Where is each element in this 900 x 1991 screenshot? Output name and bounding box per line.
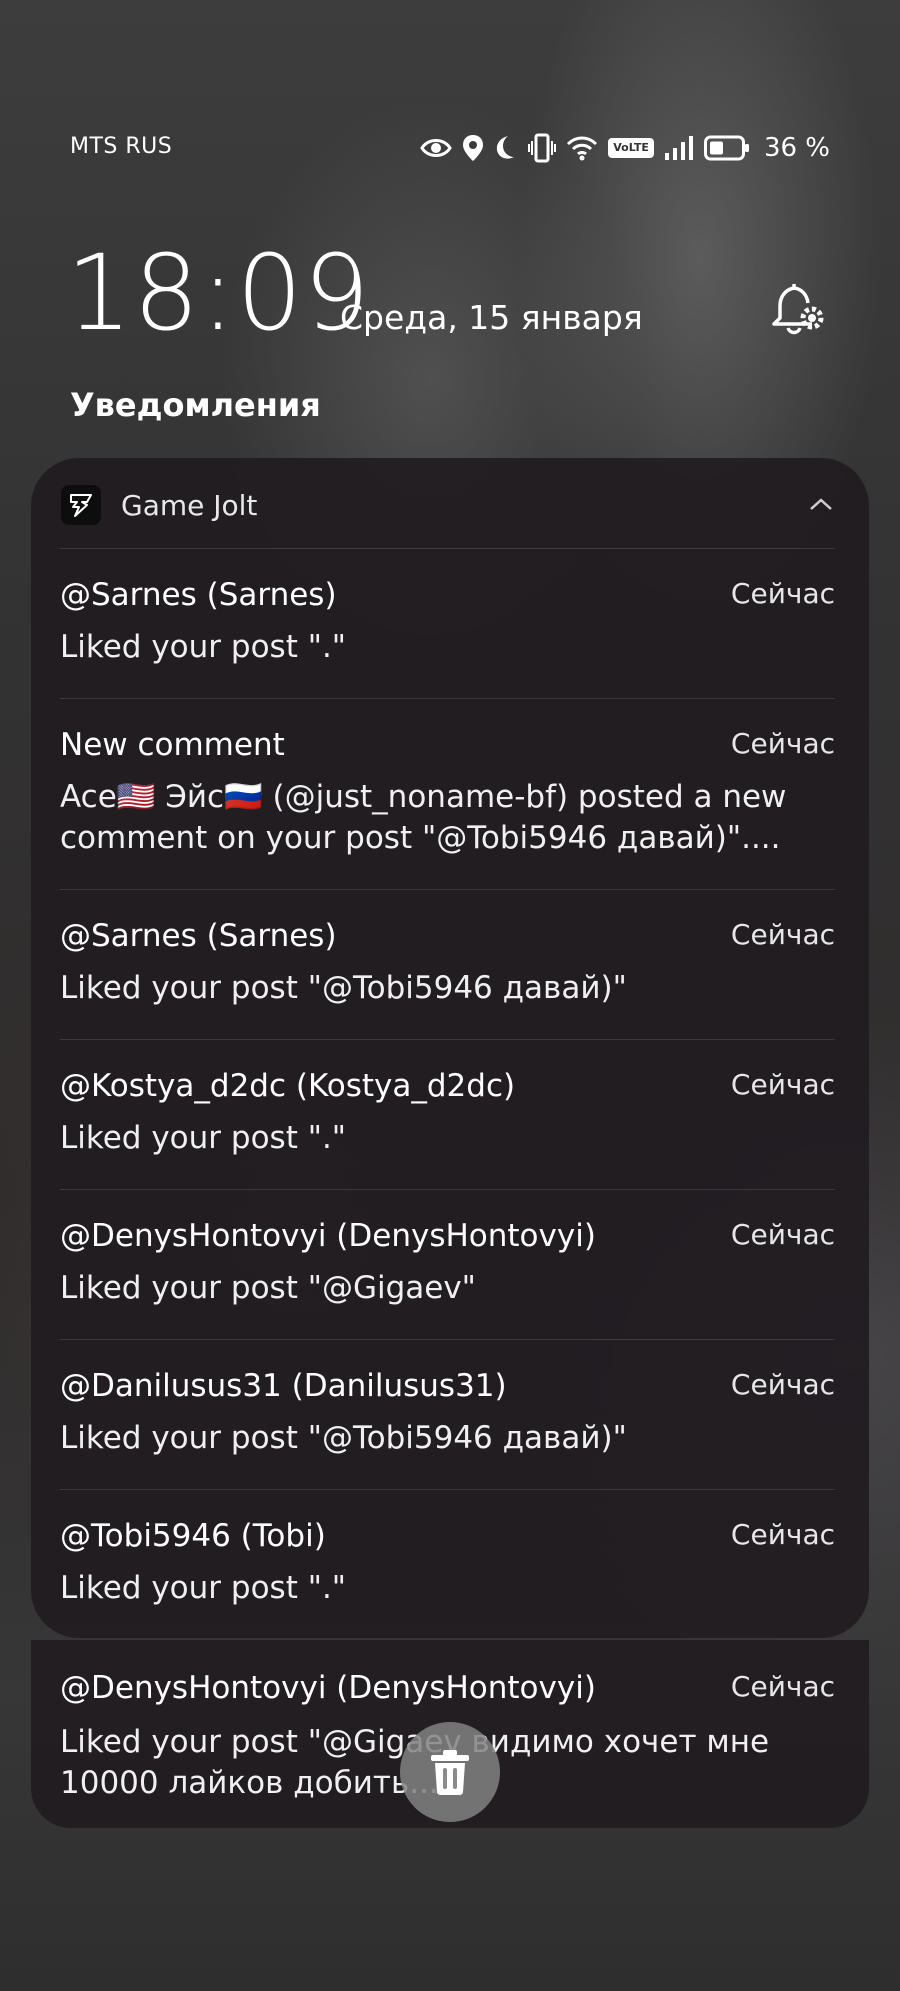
notification-body: Liked your post "." bbox=[60, 1120, 347, 1156]
notification-title: @Sarnes (Sarnes) bbox=[60, 577, 337, 613]
notification-time: Сейчас bbox=[730, 1670, 835, 1703]
notification-list: @Sarnes (Sarnes) Сейчас Liked your post … bbox=[60, 548, 835, 1629]
app-name: Game Jolt bbox=[121, 489, 258, 522]
battery-icon bbox=[703, 135, 749, 161]
notification-title: @DenysHontovyi (DenysHontovyi) bbox=[60, 1670, 596, 1706]
notification-item[interactable]: New comment Сейчас Ace🇺🇸 Эйс🇷🇺 (@just_no… bbox=[60, 698, 835, 889]
status-icons: VoLTE 36 % bbox=[420, 130, 830, 166]
location-icon bbox=[463, 135, 484, 161]
volte-icon: VoLTE bbox=[608, 138, 654, 158]
notification-time: Сейчас bbox=[730, 1068, 835, 1101]
battery-percent: 36 % bbox=[763, 133, 830, 163]
notification-item[interactable]: @Sarnes (Sarnes) Сейчас Liked your post … bbox=[60, 548, 835, 698]
carrier-label: MTS RUS bbox=[70, 134, 173, 159]
notification-body: Liked your post "." bbox=[60, 1570, 347, 1606]
vibrate-icon bbox=[528, 133, 557, 163]
notification-title: @Kostya_d2dc (Kostya_d2dc) bbox=[60, 1068, 516, 1104]
notification-item[interactable]: @Sarnes (Sarnes) Сейчас Liked your post … bbox=[60, 889, 835, 1039]
trash-icon bbox=[431, 1750, 469, 1795]
notification-item[interactable]: @Tobi5946 (Tobi) Сейчас Liked your post … bbox=[60, 1489, 835, 1629]
notification-time: Сейчас bbox=[730, 577, 835, 610]
signal-icon bbox=[664, 136, 693, 160]
notification-item[interactable]: @Kostya_d2dc (Kostya_d2dc) Сейчас Liked … bbox=[60, 1039, 835, 1189]
eye-icon bbox=[420, 139, 453, 157]
notification-time: Сейчас bbox=[730, 1218, 835, 1251]
notification-title: @Sarnes (Sarnes) bbox=[60, 918, 337, 954]
clear-notifications-button[interactable] bbox=[400, 1722, 500, 1822]
notification-item[interactable]: @DenysHontovyi (DenysHontovyi) Сейчас Li… bbox=[60, 1189, 835, 1339]
notification-settings-button[interactable] bbox=[768, 278, 828, 338]
notification-time: Сейчас bbox=[730, 727, 835, 760]
moon-icon bbox=[497, 136, 515, 159]
wifi-icon bbox=[567, 136, 598, 161]
notification-group: Game Jolt @Sarnes (Sarnes) Сейчас Liked … bbox=[31, 458, 869, 1638]
collapse-button[interactable] bbox=[803, 487, 839, 523]
notification-body: Liked your post "@Gigaev" bbox=[60, 1270, 476, 1306]
notification-time: Сейчас bbox=[730, 1368, 835, 1401]
notification-title: New comment bbox=[60, 727, 285, 763]
game-jolt-app-icon bbox=[61, 485, 101, 525]
chevron-up-icon bbox=[810, 498, 832, 510]
bell-settings-icon bbox=[772, 284, 824, 335]
notification-time: Сейчас bbox=[730, 918, 835, 951]
notification-body: Liked your post "@Tobi5946 давай)" bbox=[60, 970, 627, 1006]
lockscreen-clock: 18:09 bbox=[66, 232, 371, 354]
group-header[interactable]: Game Jolt bbox=[61, 483, 839, 533]
notifications-title: Уведомления bbox=[70, 386, 321, 424]
notification-body: Ace🇺🇸 Эйс🇷🇺 (@just_noname-bf) posted a n… bbox=[60, 779, 787, 856]
notification-body: Liked your post "@Tobi5946 давай)" bbox=[60, 1420, 627, 1456]
notification-item[interactable]: @Danilusus31 (Danilusus31) Сейчас Liked … bbox=[60, 1339, 835, 1489]
notification-body: Liked your post "." bbox=[60, 629, 347, 665]
lockscreen-date: Среда, 15 января bbox=[340, 298, 643, 337]
notification-title: @DenysHontovyi (DenysHontovyi) bbox=[60, 1218, 596, 1254]
notification-title: @Danilusus31 (Danilusus31) bbox=[60, 1368, 507, 1404]
notification-time: Сейчас bbox=[730, 1518, 835, 1551]
status-bar: MTS RUS VoLTE 36 % bbox=[70, 130, 830, 166]
notification-title: @Tobi5946 (Tobi) bbox=[60, 1518, 326, 1554]
